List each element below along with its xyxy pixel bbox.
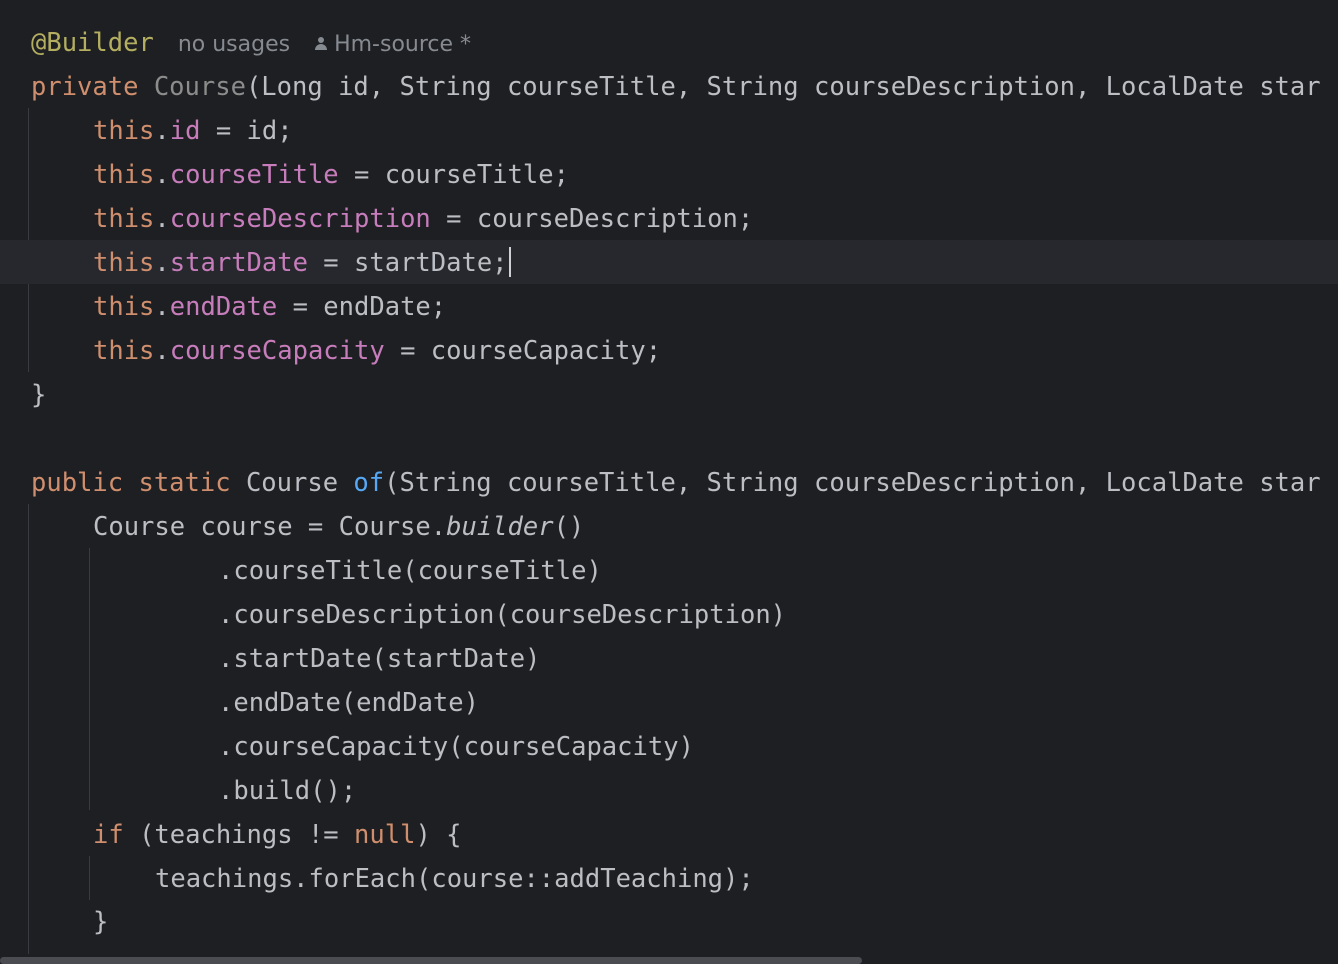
dot: . [154, 292, 170, 322]
static-method-builder: builder [446, 512, 554, 542]
constructor-name: Course [153, 72, 246, 102]
dot: . [154, 336, 170, 366]
code-line: this.id = id; [0, 109, 1338, 153]
code-line: .courseTitle(courseTitle) [0, 549, 1338, 593]
method-name-of: of [353, 468, 385, 498]
keyword-this: this [93, 292, 155, 322]
chain-call: .courseTitle(courseTitle) [218, 556, 602, 586]
keyword-static: static [138, 468, 246, 498]
assignment: = endDate; [277, 292, 447, 322]
field-start-date: startDate [169, 248, 308, 278]
parameter-list: (String courseTitle, String courseDescri… [384, 468, 1321, 498]
chain-call: .startDate(startDate) [218, 644, 541, 674]
dot: . [154, 204, 170, 234]
assignment: = courseTitle; [338, 160, 569, 190]
annotation-builder: @Builder [31, 28, 154, 58]
assignment: = id; [200, 116, 293, 146]
call-parens: () [553, 512, 585, 542]
keyword-public: public [31, 468, 139, 498]
code-line: .courseDescription(courseDescription) [0, 593, 1338, 637]
usages-hint[interactable]: no usages [178, 32, 290, 57]
code-line: .courseCapacity(courseCapacity) [0, 725, 1338, 769]
code-line: Course course = Course.builder() [0, 505, 1338, 549]
code-line: this.courseDescription = courseDescripti… [0, 197, 1338, 241]
parameter-list: (Long id, String courseTitle, String cou… [245, 72, 1321, 102]
code-line: } [0, 373, 1338, 417]
chain-call: .courseDescription(courseDescription) [218, 600, 787, 630]
code-line: teachings.forEach(course::addTeaching); [0, 857, 1338, 901]
code-line: this.endDate = endDate; [0, 285, 1338, 329]
closing-brace: } [93, 907, 109, 937]
assignment: = startDate; [307, 248, 508, 278]
horizontal-scrollbar[interactable] [0, 954, 1338, 964]
keyword-this: this [93, 204, 155, 234]
code-line: public static Course of(String courseTit… [0, 461, 1338, 505]
code-line: private Course(Long id, String courseTit… [0, 65, 1338, 109]
keyword-this: this [93, 116, 155, 146]
chain-call: .build(); [218, 776, 357, 806]
code-line: .build(); [0, 769, 1338, 813]
user-icon [314, 36, 328, 50]
closing-brace: } [31, 380, 47, 410]
scrollbar-thumb[interactable] [0, 957, 862, 964]
field-end-date: endDate [169, 292, 278, 322]
code-editor[interactable]: @Builder no usages Hm-source * private Cou… [0, 0, 1338, 954]
field-course-capacity: courseCapacity [169, 336, 385, 366]
code-line-current[interactable]: this.startDate = startDate; [0, 240, 1338, 284]
foreach-call: teachings.forEach(course::addTeaching); [155, 864, 754, 894]
return-type: Course [245, 468, 354, 498]
open-brace: ) { [415, 820, 462, 850]
keyword-private: private [31, 72, 154, 102]
field-id: id [169, 116, 201, 146]
code-line: this.courseCapacity = courseCapacity; [0, 329, 1338, 373]
assignment: = courseCapacity; [384, 336, 662, 366]
dot: . [154, 160, 170, 190]
dot: . [154, 116, 170, 146]
keyword-this: this [93, 248, 155, 278]
code-line: if (teachings != null) { [0, 813, 1338, 857]
field-course-description: courseDescription [169, 204, 431, 234]
chain-call: .courseCapacity(courseCapacity) [218, 732, 694, 762]
chain-call: .endDate(endDate) [218, 688, 479, 718]
keyword-null: null [354, 820, 416, 850]
code-line: .startDate(startDate) [0, 637, 1338, 681]
condition: (teachings != [123, 820, 355, 850]
keyword-this: this [93, 336, 155, 366]
assignment: = courseDescription; [430, 204, 754, 234]
declaration: Course course = Course. [93, 512, 447, 542]
code-line: .endDate(endDate) [0, 681, 1338, 725]
code-line: } [0, 900, 1338, 944]
code-line-annotation: @Builder no usages Hm-source * [0, 21, 1338, 65]
author-hint[interactable]: Hm-source * [334, 32, 471, 57]
dot: . [154, 248, 170, 278]
keyword-if: if [93, 820, 124, 850]
code-line: this.courseTitle = courseTitle; [0, 153, 1338, 197]
field-course-title: courseTitle [169, 160, 339, 190]
keyword-this: this [93, 160, 155, 190]
text-caret [508, 247, 512, 277]
